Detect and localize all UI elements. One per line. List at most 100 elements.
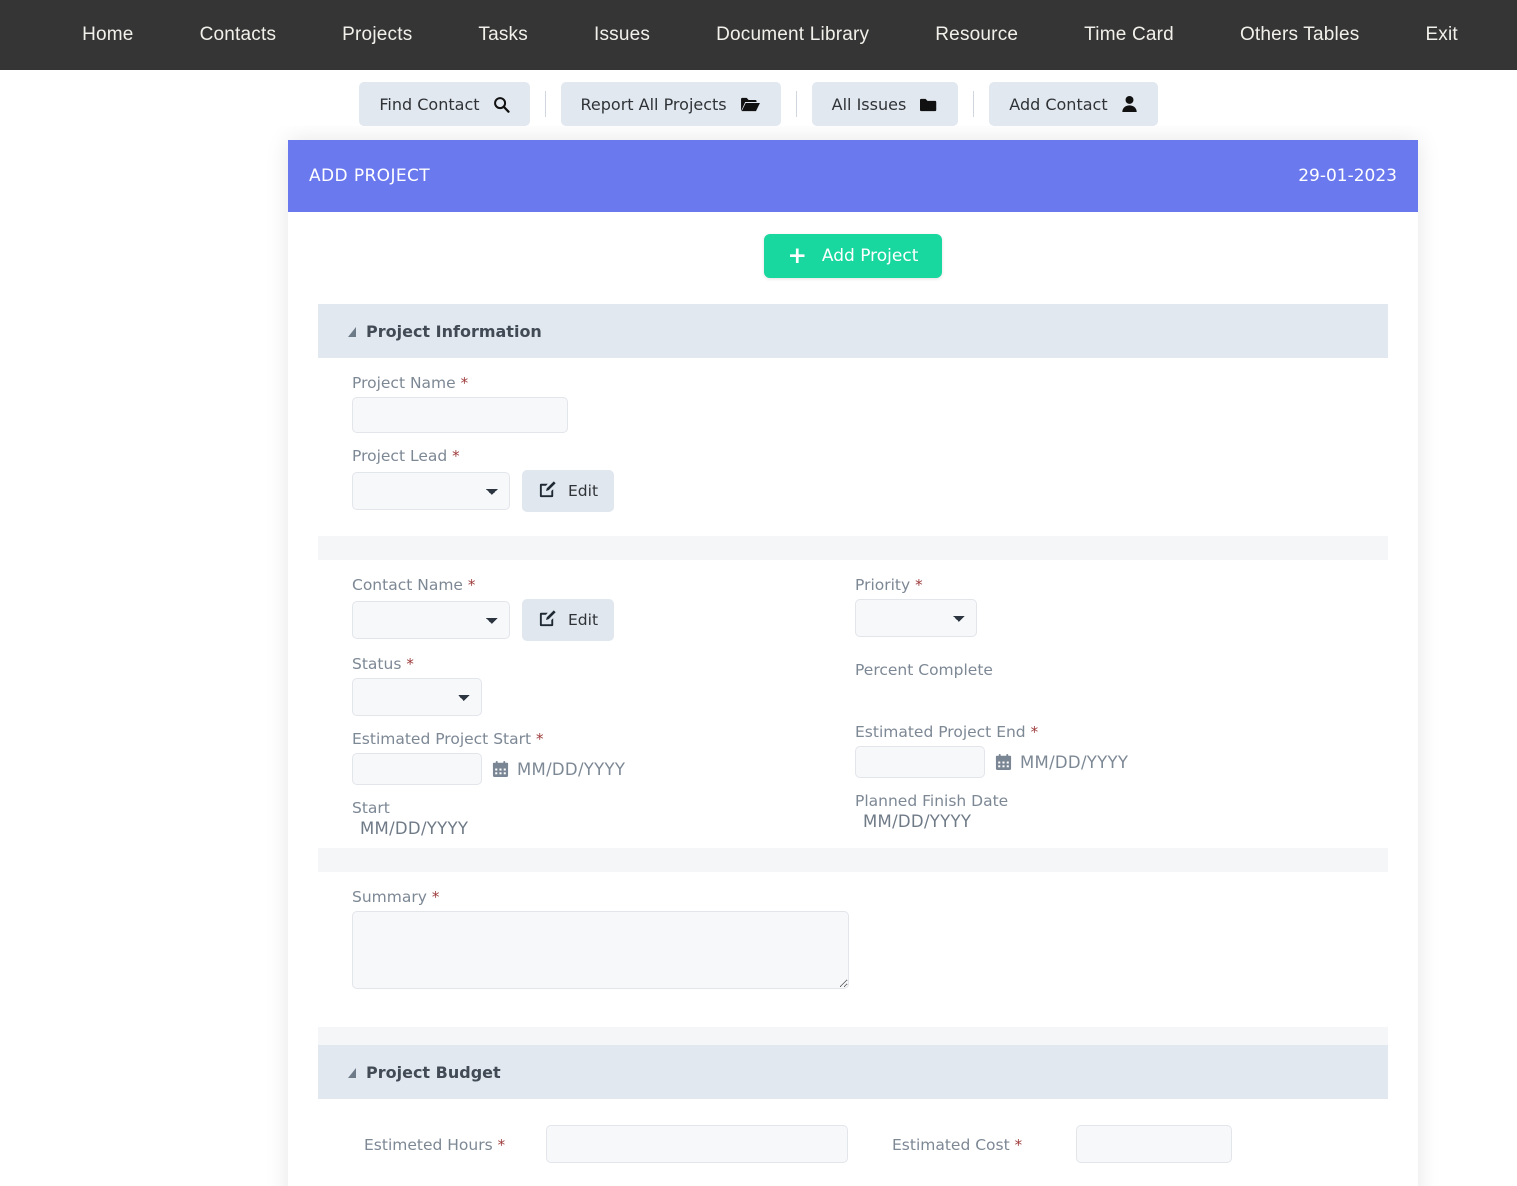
priority-required-marker: * bbox=[915, 576, 923, 594]
edit-pencil-icon bbox=[538, 609, 557, 632]
status-label-text: Status bbox=[352, 655, 402, 673]
collapse-triangle-icon[interactable] bbox=[348, 327, 356, 337]
find-contact-button[interactable]: Find Contact bbox=[359, 82, 530, 126]
project-name-required-marker: * bbox=[460, 374, 469, 392]
project-name-input[interactable] bbox=[352, 397, 568, 433]
nav-others-tables[interactable]: Others Tables bbox=[1207, 0, 1392, 70]
all-issues-label: All Issues bbox=[831, 94, 907, 114]
folder-open-icon bbox=[740, 96, 761, 113]
project-name-label-text: Project Name bbox=[352, 374, 456, 392]
estimated-project-end-input[interactable] bbox=[855, 746, 985, 778]
card-body: + Add Project Project Information Projec… bbox=[288, 212, 1418, 1186]
contact-name-edit-button[interactable]: Edit bbox=[522, 599, 615, 641]
estimated-project-end-format: MM/DD/YYYY bbox=[1020, 752, 1129, 772]
estimated-hours-required-marker: * bbox=[497, 1135, 506, 1154]
toolbar-divider-2 bbox=[795, 91, 797, 117]
toolbar-divider-3 bbox=[973, 91, 975, 117]
project-information-title: Project Information bbox=[366, 321, 542, 341]
estimated-hours-input[interactable] bbox=[546, 1125, 848, 1163]
nav-resource[interactable]: Resource bbox=[902, 0, 1051, 70]
calendar-icon[interactable] bbox=[995, 753, 1012, 771]
estimated-project-start-label: Estimated Project Start * bbox=[352, 730, 853, 748]
nav-issues[interactable]: Issues bbox=[561, 0, 683, 70]
nav-projects[interactable]: Projects bbox=[309, 0, 445, 70]
project-budget-title: Project Budget bbox=[366, 1062, 501, 1082]
project-info-block-1: Project Name * Project Lead * Edit bbox=[318, 358, 1388, 536]
plus-icon: + bbox=[787, 242, 807, 269]
summary-label: Summary * bbox=[352, 888, 1388, 906]
contact-name-label: Contact Name * bbox=[352, 576, 853, 594]
card-date: 29-01-2023 bbox=[1298, 166, 1397, 186]
project-name-label: Project Name * bbox=[352, 374, 853, 392]
search-icon bbox=[493, 96, 510, 113]
nav-document-library[interactable]: Document Library bbox=[683, 0, 902, 70]
page-title: ADD PROJECT bbox=[309, 166, 431, 186]
estimated-project-start-format: MM/DD/YYYY bbox=[517, 759, 626, 779]
estimated-project-end-label: Estimated Project End * bbox=[855, 723, 1388, 741]
section-separator-band-2 bbox=[318, 848, 1388, 872]
add-project-card: ADD PROJECT 29-01-2023 + Add Project Pro… bbox=[288, 140, 1418, 1186]
nav-time-card[interactable]: Time Card bbox=[1051, 0, 1207, 70]
page-content-area: ADD PROJECT 29-01-2023 + Add Project Pro… bbox=[0, 126, 1517, 1186]
priority-select[interactable] bbox=[855, 599, 977, 637]
edit-pencil-icon bbox=[538, 480, 557, 503]
estimated-project-start-field: Estimated Project Start * MM/DD/YYYY bbox=[352, 730, 853, 785]
summary-label-text: Summary bbox=[352, 888, 427, 906]
priority-field: Priority * bbox=[855, 576, 1388, 637]
section-separator-band-1 bbox=[318, 536, 1388, 560]
estimated-cost-required-marker: * bbox=[1014, 1135, 1023, 1154]
planned-finish-date-readonly-field: Planned Finish Date MM/DD/YYYY bbox=[855, 792, 1388, 831]
project-lead-label: Project Lead * bbox=[352, 447, 853, 465]
project-lead-field: Project Lead * Edit bbox=[352, 447, 853, 512]
contact-name-select[interactable] bbox=[352, 601, 510, 639]
nav-contacts[interactable]: Contacts bbox=[167, 0, 310, 70]
add-project-button-row: + Add Project bbox=[288, 212, 1418, 304]
priority-label: Priority * bbox=[855, 576, 1388, 594]
find-contact-label: Find Contact bbox=[379, 94, 480, 114]
all-issues-button[interactable]: All Issues bbox=[811, 82, 959, 126]
planned-finish-date-value: MM/DD/YYYY bbox=[863, 812, 972, 831]
project-info-block-3: Summary * bbox=[318, 872, 1388, 1027]
report-all-projects-button[interactable]: Report All Projects bbox=[560, 82, 781, 126]
summary-required-marker: * bbox=[431, 888, 440, 906]
project-lead-select[interactable] bbox=[352, 472, 510, 510]
status-select[interactable] bbox=[352, 678, 482, 716]
project-information-header[interactable]: Project Information bbox=[318, 304, 1388, 358]
project-budget-header[interactable]: Project Budget bbox=[318, 1045, 1388, 1099]
estimated-cost-input[interactable] bbox=[1076, 1125, 1232, 1163]
nav-exit[interactable]: Exit bbox=[1392, 0, 1467, 70]
priority-label-text: Priority bbox=[855, 576, 911, 594]
estimated-project-start-input[interactable] bbox=[352, 753, 482, 785]
report-all-projects-label: Report All Projects bbox=[580, 94, 727, 114]
planned-finish-date-label: Planned Finish Date bbox=[855, 792, 1009, 810]
project-information-section: Project Information Project Name * Proje… bbox=[288, 304, 1418, 1186]
add-project-button[interactable]: + Add Project bbox=[763, 234, 943, 278]
status-required-marker: * bbox=[406, 655, 414, 673]
nav-tasks[interactable]: Tasks bbox=[445, 0, 561, 70]
action-toolbar: Find Contact Report All Projects All Iss… bbox=[0, 70, 1517, 126]
calendar-icon[interactable] bbox=[492, 760, 509, 778]
estimated-project-start-label-text: Estimated Project Start bbox=[352, 730, 532, 748]
estimated-project-end-required-marker: * bbox=[1030, 723, 1039, 741]
start-readonly-field: Start MM/DD/YYYY bbox=[352, 799, 853, 838]
nav-home[interactable]: Home bbox=[49, 0, 166, 70]
project-info-block-2: Contact Name * Edit Status * Estimated P… bbox=[318, 560, 1388, 848]
contact-name-label-text: Contact Name bbox=[352, 576, 463, 594]
add-contact-button[interactable]: Add Contact bbox=[989, 82, 1158, 126]
summary-textarea[interactable] bbox=[352, 911, 849, 989]
estimated-project-end-label-text: Estimated Project End bbox=[855, 723, 1026, 741]
card-header: ADD PROJECT 29-01-2023 bbox=[288, 140, 1418, 212]
budget-row-estimated: Estimeted Hours * Estimated Cost * bbox=[318, 1115, 1388, 1173]
percent-complete-field: Percent Complete bbox=[855, 661, 1388, 679]
estimated-project-start-required-marker: * bbox=[536, 730, 544, 748]
percent-complete-label: Percent Complete bbox=[855, 661, 993, 679]
project-lead-required-marker: * bbox=[452, 447, 460, 465]
collapse-triangle-icon[interactable] bbox=[348, 1068, 356, 1078]
contact-name-required-marker: * bbox=[467, 576, 476, 594]
project-lead-edit-button[interactable]: Edit bbox=[522, 470, 615, 512]
add-project-button-label: Add Project bbox=[821, 246, 919, 266]
estimated-cost-label: Estimated Cost * bbox=[892, 1136, 1022, 1154]
start-value: MM/DD/YYYY bbox=[360, 819, 469, 838]
status-label: Status * bbox=[352, 655, 853, 673]
section-separator-band-3 bbox=[318, 1027, 1388, 1045]
